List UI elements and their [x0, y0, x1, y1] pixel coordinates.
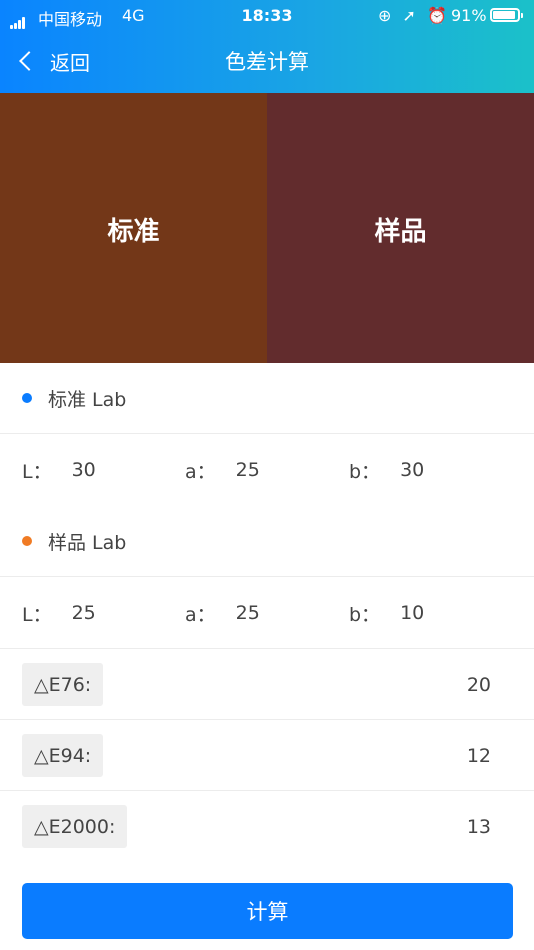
status-bar: 中国移动 4G 18:33 ⊕ ➚ ⏰ 91%	[0, 0, 534, 30]
standard-a-value: 25	[235, 459, 260, 481]
sample-L-field[interactable]: L： 25	[22, 578, 96, 648]
de76-value: 20	[466, 673, 491, 696]
standard-a-field[interactable]: a： 25	[185, 435, 260, 505]
sample-lab-header: 样品 Lab	[0, 506, 534, 576]
divider	[0, 576, 534, 577]
a-label: a：	[185, 603, 216, 626]
sample-a-value: 25	[235, 602, 260, 624]
navigation-bar: 返回 色差计算	[0, 30, 534, 93]
standard-swatch-label: 标准	[107, 217, 160, 247]
L-label: L：	[22, 460, 52, 483]
calculate-button[interactable]: 计算	[22, 883, 513, 939]
b-label: b：	[349, 603, 381, 626]
location-icon: ➚	[402, 6, 416, 25]
result-row-de2000: △E2000: 13	[0, 791, 534, 862]
standard-lab-values: L： 30 a： 25 b： 30	[0, 435, 534, 505]
L-label: L：	[22, 603, 52, 626]
result-row-de76: △E76: 20	[0, 649, 534, 720]
sample-a-field[interactable]: a： 25	[185, 578, 260, 648]
standard-b-field[interactable]: b： 30	[349, 435, 424, 505]
sample-b-value: 10	[400, 602, 425, 624]
b-label: b：	[349, 460, 381, 483]
de76-label: △E76:	[22, 663, 104, 706]
battery-icon	[490, 8, 523, 22]
standard-L-value: 30	[71, 459, 96, 481]
standard-lab-title: 标准 Lab	[48, 388, 127, 411]
de2000-value: 13	[466, 815, 491, 838]
sample-lab-title: 样品 Lab	[48, 531, 127, 554]
standard-L-field[interactable]: L： 30	[22, 435, 96, 505]
page-title: 色差计算	[225, 50, 309, 74]
standard-lab-header: 标准 Lab	[0, 363, 534, 433]
standard-b-value: 30	[400, 459, 425, 481]
de94-value: 12	[466, 744, 491, 767]
de2000-label: △E2000:	[22, 805, 128, 848]
sample-color-swatch: 样品	[267, 93, 534, 363]
rotation-lock-icon: ⊕	[378, 6, 392, 25]
divider	[0, 433, 534, 434]
sample-lab-values: L： 25 a： 25 b： 10	[0, 578, 534, 648]
header-bar: 中国移动 4G 18:33 ⊕ ➚ ⏰ 91% 返回 色差计算	[0, 0, 534, 93]
sample-L-value: 25	[71, 602, 96, 624]
sample-dot-icon	[22, 536, 32, 546]
sample-swatch-label: 样品	[374, 217, 427, 247]
a-label: a：	[185, 460, 216, 483]
standard-dot-icon	[22, 393, 32, 403]
result-row-de94: △E94: 12	[0, 720, 534, 791]
sample-b-field[interactable]: b： 10	[349, 578, 424, 648]
standard-color-swatch: 标准	[0, 93, 267, 363]
de94-label: △E94:	[22, 734, 104, 777]
battery-percent: 91%	[451, 6, 487, 25]
alarm-icon: ⏰	[427, 6, 447, 25]
